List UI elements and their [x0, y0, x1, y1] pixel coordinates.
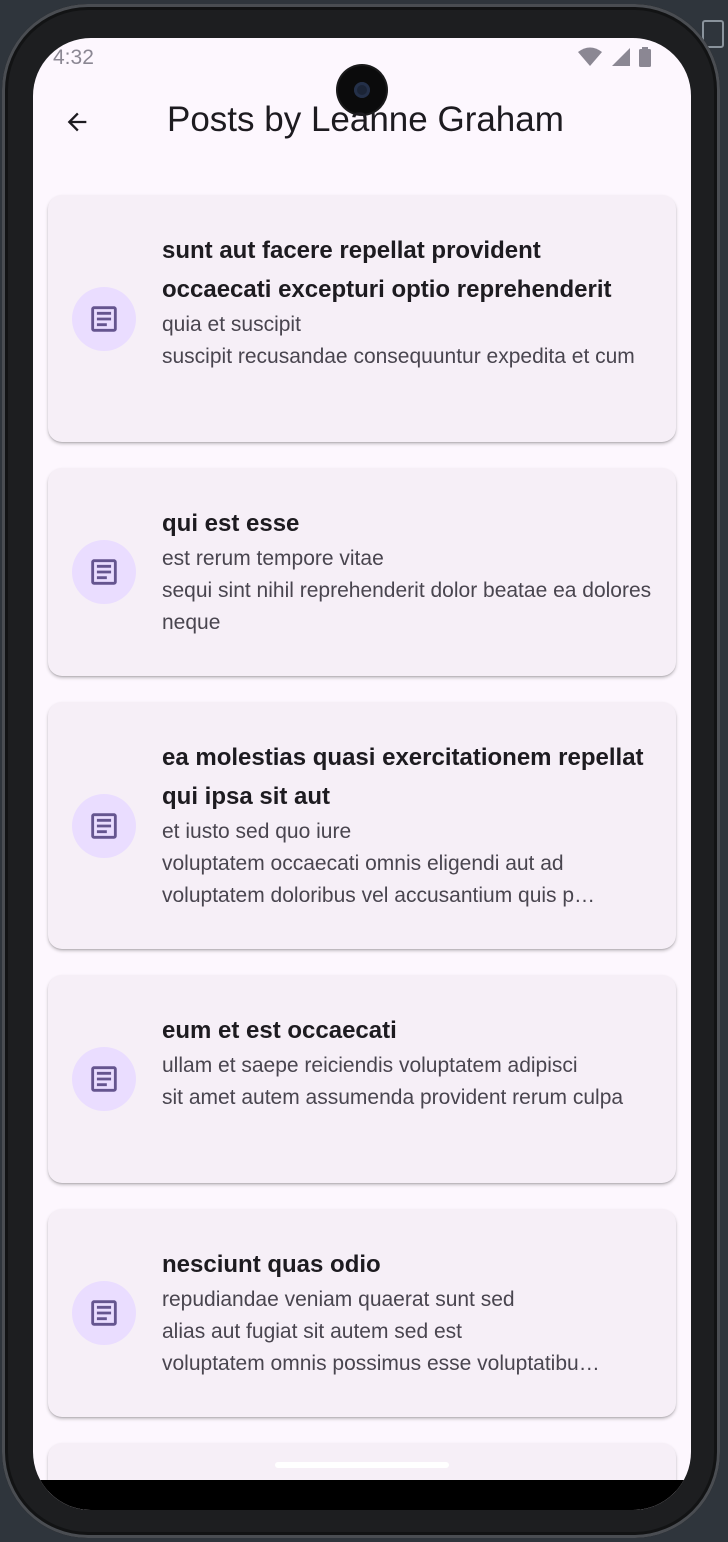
battery-icon	[639, 47, 651, 67]
post-body: quia et suscipit suscipit recusandae con…	[162, 313, 635, 368]
post-card[interactable]: nesciunt quas odio repudiandae veniam qu…	[48, 1209, 676, 1417]
post-avatar	[72, 1281, 136, 1345]
article-icon	[91, 1066, 117, 1092]
article-icon	[91, 813, 117, 839]
post-body: est rerum tempore vitae sequi sint nihil…	[162, 547, 652, 634]
wifi-icon	[578, 47, 602, 66]
post-title: qui est esse	[162, 510, 300, 537]
post-avatar	[72, 287, 136, 351]
status-time: 4:32	[53, 46, 94, 69]
post-card[interactable]: qui est esse est rerum tempore vitae seq…	[48, 468, 676, 676]
post-card[interactable]: eum et est occaecati ullam et saepe reic…	[48, 975, 676, 1183]
page-title: Posts by Leanne Graham	[167, 100, 564, 139]
phone-screen: 4:32 Posts by Leanne Graham sunt aut fac…	[33, 38, 691, 1510]
article-icon	[91, 306, 117, 332]
post-content: qui est esse est rerum tempore vitae seq…	[162, 504, 652, 639]
post-avatar	[72, 1047, 136, 1111]
post-avatar	[72, 540, 136, 604]
phone-frame: 4:32 Posts by Leanne Graham sunt aut fac…	[2, 4, 720, 1538]
article-icon	[91, 559, 117, 585]
navigation-bar	[33, 1480, 691, 1510]
post-content: eum et est occaecati ullam et saepe reic…	[162, 1011, 652, 1114]
post-card[interactable]: sunt aut facere repellat provident occae…	[48, 195, 676, 442]
post-title: eum et est occaecati	[162, 1017, 397, 1044]
post-body: repudiandae veniam quaerat sunt sed alia…	[162, 1288, 600, 1375]
post-title: sunt aut facere repellat provident occae…	[162, 237, 612, 303]
posts-list[interactable]: sunt aut facere repellat provident occae…	[48, 195, 676, 1510]
post-content: nesciunt quas odio repudiandae veniam qu…	[162, 1245, 652, 1380]
post-title: ea molestias quasi exercitationem repell…	[162, 744, 644, 810]
home-indicator[interactable]	[275, 1462, 449, 1468]
post-title: nesciunt quas odio	[162, 1251, 381, 1278]
post-body: ullam et saepe reiciendis voluptatem adi…	[162, 1054, 624, 1109]
arrow-left-icon	[67, 112, 87, 132]
back-button[interactable]	[53, 98, 101, 146]
status-icons	[577, 47, 651, 67]
post-body: et iusto sed quo iure voluptatem occaeca…	[162, 820, 596, 907]
app-bar: Posts by Leanne Graham	[33, 88, 691, 158]
post-card[interactable]: ea molestias quasi exercitationem repell…	[48, 702, 676, 949]
signal-icon	[612, 48, 630, 66]
post-content: ea molestias quasi exercitationem repell…	[162, 738, 652, 912]
post-avatar	[72, 794, 136, 858]
article-icon	[91, 1300, 117, 1326]
post-content: sunt aut facere repellat provident occae…	[162, 231, 652, 373]
